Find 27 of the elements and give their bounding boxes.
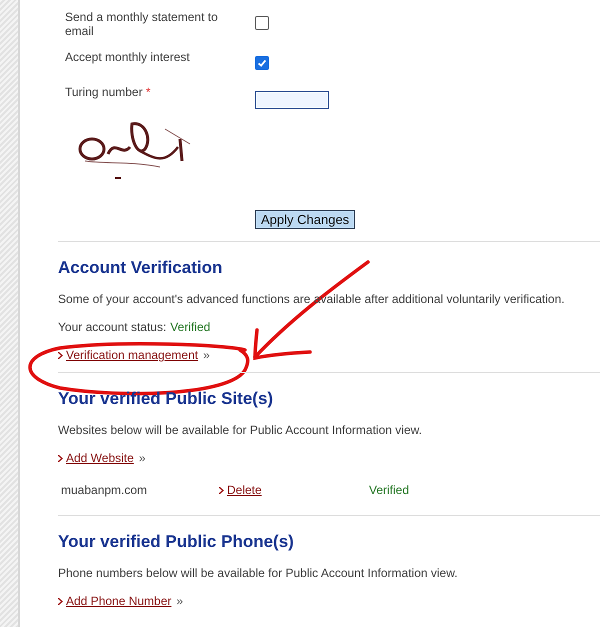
verification-management-link[interactable]: Verification management xyxy=(66,348,198,362)
section-heading: Account Verification xyxy=(58,258,224,278)
status-value: Verified xyxy=(170,320,210,334)
chevron-text: » xyxy=(176,594,184,608)
site-domain: muabanpm.com xyxy=(61,483,148,497)
bullet-icon xyxy=(58,352,63,358)
section-heading: Your verified Public Phone(s) xyxy=(58,532,295,552)
bullet-icon xyxy=(219,486,224,494)
chevron-text: » xyxy=(138,451,146,465)
status-label: Your account status: xyxy=(58,320,166,334)
chevron-text: » xyxy=(203,348,210,362)
checkbox[interactable] xyxy=(255,56,269,70)
delete-link[interactable]: Delete xyxy=(227,483,262,497)
field-label: Accept monthly interest xyxy=(65,50,191,66)
bullet-icon xyxy=(58,454,63,462)
section-heading: Your verified Public Site(s) xyxy=(58,389,274,409)
site-status: Verified xyxy=(369,483,410,497)
field-label: Send a monthly statement to email xyxy=(65,10,219,38)
apply-changes-button[interactable]: Apply Changes xyxy=(255,210,356,229)
add-website-link[interactable]: Add Website xyxy=(66,451,134,465)
input-field[interactable] xyxy=(255,91,329,109)
checkbox[interactable] xyxy=(255,16,269,30)
field-label: Turing number * xyxy=(65,85,152,101)
add-phone-number-link[interactable]: Add Phone Number xyxy=(66,594,172,608)
description-text: Websites below will be available for Public Account Information view. xyxy=(58,423,423,437)
description-text: Phone numbers below will be available for Public Account Information view. xyxy=(58,566,459,580)
bullet-icon xyxy=(58,598,63,604)
